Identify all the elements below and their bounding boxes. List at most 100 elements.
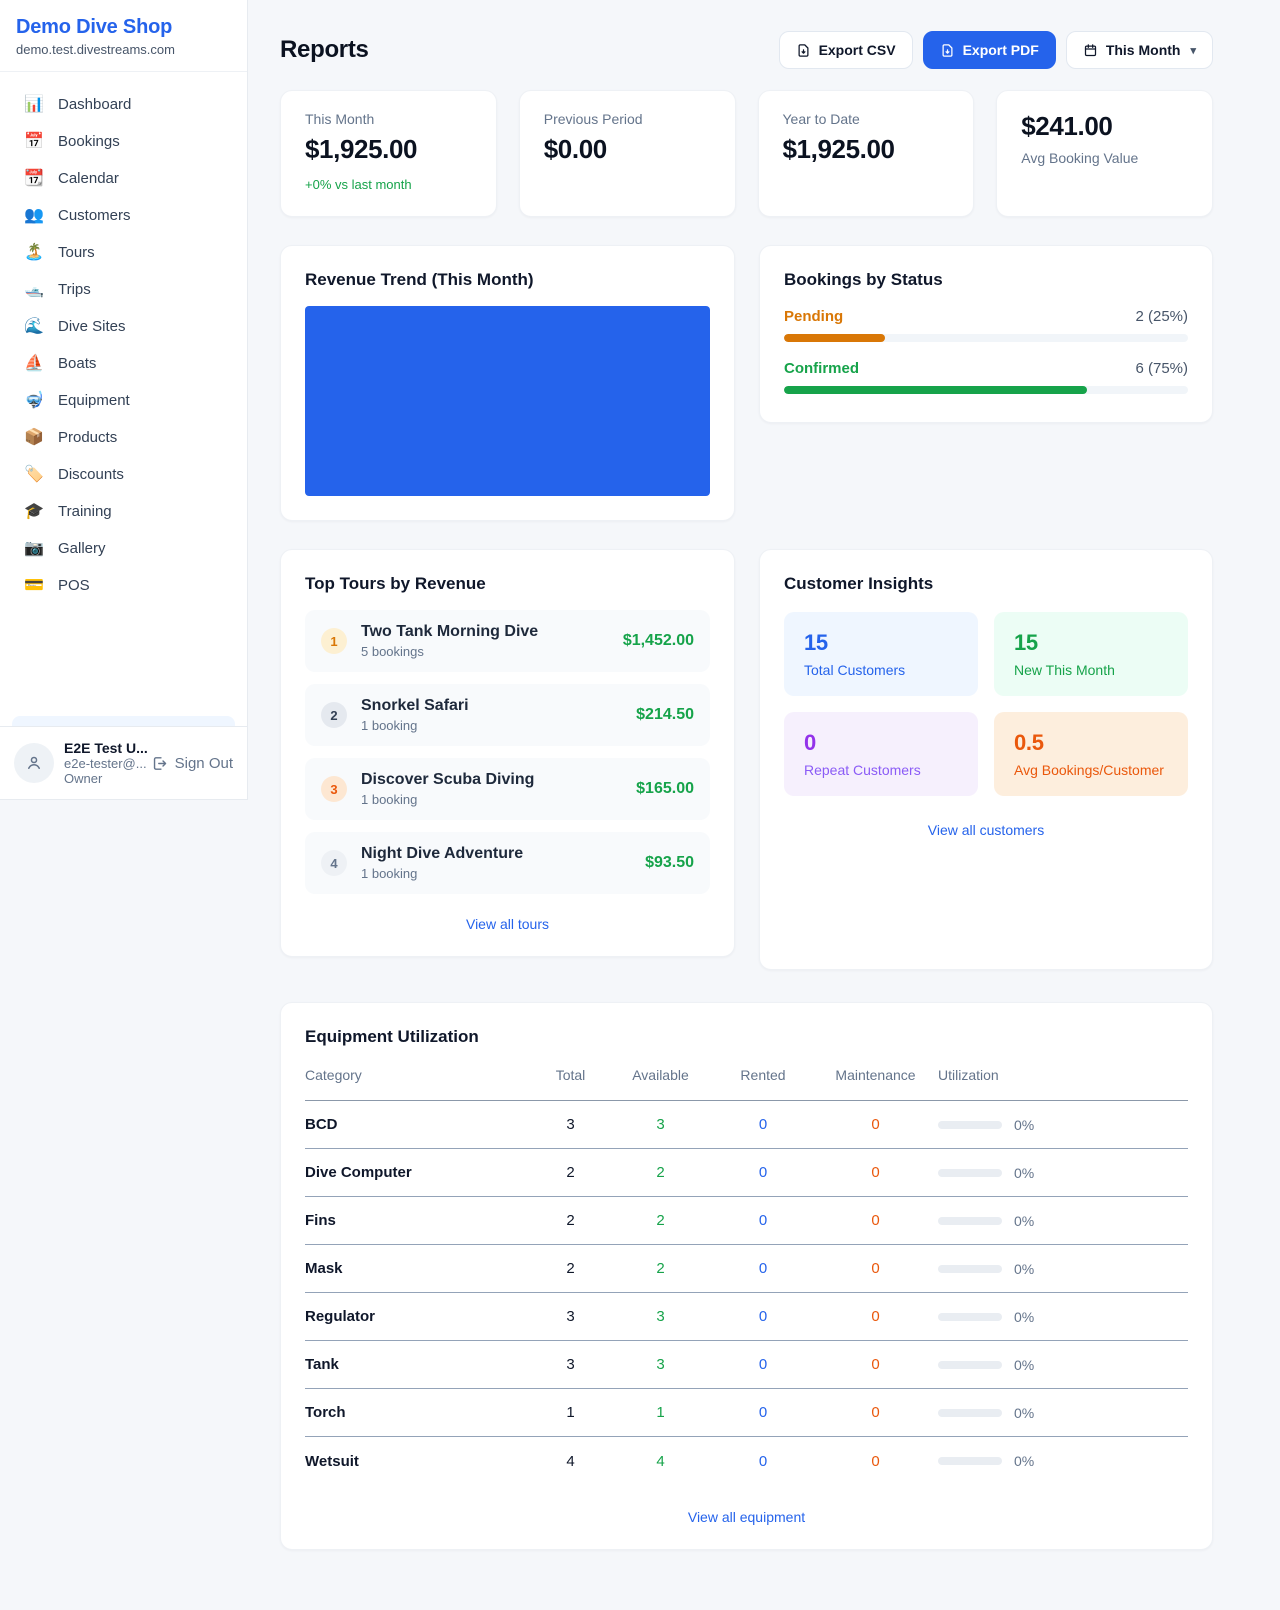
stat-card-year-to-date: Year to Date $1,925.00 (758, 90, 975, 217)
status-label: Confirmed (784, 360, 859, 377)
sidebar-item-pos[interactable]: 💳 POS (12, 567, 235, 604)
cell-maintenance: 0 (813, 1260, 938, 1277)
status-progress-track (784, 386, 1188, 394)
insight-label: Total Customers (804, 662, 958, 678)
nav-item-icon: 🎓 (24, 504, 44, 520)
export-csv-label: Export CSV (819, 42, 896, 58)
sidebar-item-boats[interactable]: ⛵ Boats (12, 345, 235, 382)
cell-category: Dive Computer (305, 1164, 533, 1181)
view-all-tours-link[interactable]: View all tours (305, 916, 710, 932)
period-dropdown[interactable]: This Month ▾ (1066, 31, 1213, 69)
cell-maintenance: 0 (813, 1453, 938, 1470)
sidebar-item-reports-partial[interactable] (12, 716, 235, 726)
sidebar-item-products[interactable]: 📦 Products (12, 419, 235, 456)
cell-available: 3 (608, 1356, 713, 1373)
status-label: Pending (784, 308, 843, 325)
view-all-customers-link[interactable]: View all customers (784, 822, 1188, 838)
sidebar-item-bookings[interactable]: 📅 Bookings (12, 123, 235, 160)
cell-utilization: 0% (938, 1213, 1188, 1229)
sidebar-item-gallery[interactable]: 📷 Gallery (12, 530, 235, 567)
row-revenue-status: Revenue Trend (This Month) Bookings by S… (280, 245, 1213, 521)
insight-label: Avg Bookings/Customer (1014, 762, 1168, 778)
export-pdf-label: Export PDF (963, 42, 1039, 58)
cell-total: 2 (533, 1212, 608, 1229)
cell-rented: 0 (713, 1404, 813, 1421)
export-csv-button[interactable]: Export CSV (779, 31, 913, 69)
stat-value: $1,925.00 (305, 134, 472, 165)
tour-list-item[interactable]: 1 Two Tank Morning Dive 5 bookings $1,45… (305, 610, 710, 672)
insight-tile: 0.5 Avg Bookings/Customer (994, 712, 1188, 796)
sidebar: Demo Dive Shop demo.test.divestreams.com… (0, 0, 248, 800)
person-icon (25, 754, 43, 772)
utilization-percent: 0% (1014, 1309, 1034, 1325)
user-email: e2e-tester@... (64, 756, 141, 771)
sidebar-item-discounts[interactable]: 🏷️ Discounts (12, 456, 235, 493)
period-label: This Month (1106, 42, 1181, 58)
nav-item-icon: 📆 (24, 171, 44, 187)
user-meta: E2E Test U... e2e-tester@... Owner (64, 740, 141, 786)
cell-utilization: 0% (938, 1309, 1188, 1325)
cell-rented: 0 (713, 1164, 813, 1181)
status-line: Confirmed 6 (75%) (784, 360, 1188, 377)
status-line: Pending 2 (25%) (784, 308, 1188, 325)
tour-list-item[interactable]: 2 Snorkel Safari 1 booking $214.50 (305, 684, 710, 746)
utilization-bar (938, 1409, 1002, 1417)
sign-out-label: Sign Out (175, 755, 233, 772)
cell-available: 3 (608, 1116, 713, 1133)
status-progress-track (784, 334, 1188, 342)
tour-name: Night Dive Adventure (361, 845, 631, 863)
revenue-trend-title: Revenue Trend (This Month) (305, 270, 710, 290)
cell-category: Wetsuit (305, 1453, 533, 1470)
page-title: Reports (280, 36, 369, 64)
nav-item-label: Tours (58, 244, 95, 261)
cell-rented: 0 (713, 1212, 813, 1229)
document-download-icon (796, 43, 811, 58)
main-content: Reports Export CSV Export (280, 0, 1213, 1550)
status-count: 2 (25%) (1135, 308, 1188, 325)
sidebar-item-dashboard[interactable]: 📊 Dashboard (12, 86, 235, 123)
cell-available: 2 (608, 1260, 713, 1277)
nav-item-icon: 🤿 (24, 393, 44, 409)
sidebar-item-training[interactable]: 🎓 Training (12, 493, 235, 530)
sidebar-item-equipment[interactable]: 🤿 Equipment (12, 382, 235, 419)
nav-item-icon: 🌊 (24, 319, 44, 335)
revenue-trend-chart (305, 306, 710, 496)
cell-available: 4 (608, 1453, 713, 1470)
insight-tiles: 15 Total Customers 15 New This Month 0 R… (784, 612, 1188, 796)
stat-label: Year to Date (783, 111, 950, 127)
sign-out-button[interactable]: Sign Out (151, 755, 233, 772)
insight-label: Repeat Customers (804, 762, 958, 778)
sidebar-item-customers[interactable]: 👥 Customers (12, 197, 235, 234)
export-pdf-button[interactable]: Export PDF (923, 31, 1056, 69)
tour-bookings: 5 bookings (361, 644, 609, 659)
nav-item-label: POS (58, 577, 90, 594)
view-all-equipment-link[interactable]: View all equipment (305, 1509, 1188, 1525)
insight-tile: 0 Repeat Customers (784, 712, 978, 796)
sidebar-item-tours[interactable]: 🏝️ Tours (12, 234, 235, 271)
cell-available: 2 (608, 1212, 713, 1229)
tour-list-item[interactable]: 4 Night Dive Adventure 1 booking $93.50 (305, 832, 710, 894)
nav-item-icon: 🏷️ (24, 467, 44, 483)
table-row: Torch 1 1 0 0 0% (305, 1389, 1188, 1437)
sidebar-item-calendar[interactable]: 📆 Calendar (12, 160, 235, 197)
nav-item-label: Calendar (58, 170, 119, 187)
nav-item-icon: 💳 (24, 578, 44, 594)
nav-item-icon: 📅 (24, 134, 44, 150)
utilization-bar (938, 1121, 1002, 1129)
tour-revenue: $165.00 (636, 780, 694, 798)
sidebar-item-dive-sites[interactable]: 🌊 Dive Sites (12, 308, 235, 345)
tour-list-item[interactable]: 3 Discover Scuba Diving 1 booking $165.0… (305, 758, 710, 820)
nav-item-label: Boats (58, 355, 96, 372)
nav-item-icon: 👥 (24, 208, 44, 224)
utilization-bar (938, 1313, 1002, 1321)
nav-item-label: Training (58, 503, 112, 520)
nav-item-label: Gallery (58, 540, 106, 557)
sidebar-item-trips[interactable]: 🛥️ Trips (12, 271, 235, 308)
cell-total: 1 (533, 1404, 608, 1421)
utilization-bar (938, 1169, 1002, 1177)
tour-list: 1 Two Tank Morning Dive 5 bookings $1,45… (305, 610, 710, 894)
stat-card-previous-period: Previous Period $0.00 (519, 90, 736, 217)
utilization-percent: 0% (1014, 1261, 1034, 1277)
column-header-maintenance: Maintenance (813, 1067, 938, 1095)
cell-available: 1 (608, 1404, 713, 1421)
